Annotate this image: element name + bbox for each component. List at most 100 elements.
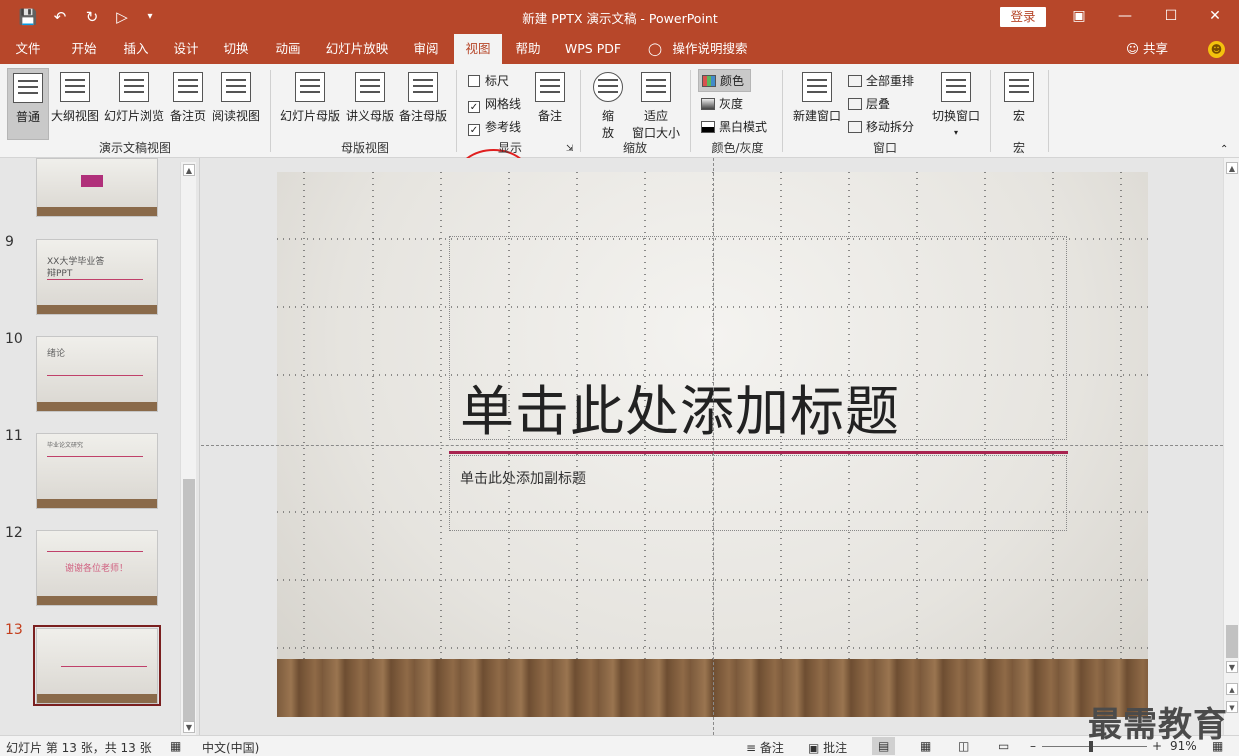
feedback-smiley-icon[interactable]: ☻: [1208, 41, 1225, 58]
horizontal-guide[interactable]: [201, 445, 1223, 446]
tab-wps-pdf[interactable]: WPS PDF: [558, 34, 628, 64]
thumbnail-floor: [37, 499, 157, 508]
color-button[interactable]: 颜色: [698, 69, 752, 92]
tab-view[interactable]: 视图: [454, 34, 502, 64]
ruler-checkbox[interactable]: 标尺: [468, 72, 509, 89]
maximize-icon[interactable]: ☐: [1156, 5, 1186, 27]
notes-button[interactable]: 备注: [532, 68, 568, 140]
minimize-icon[interactable]: —: [1110, 5, 1140, 27]
tab-animations[interactable]: 动画: [266, 34, 310, 64]
redo-icon[interactable]: ↻: [82, 7, 102, 27]
slide-thumbnail[interactable]: 毕业论文研究: [36, 433, 158, 509]
slide-thumbnail[interactable]: 谢谢各位老师！: [36, 530, 158, 606]
status-bar: 幻灯片 第 13 张，共 13 张 ▦ 中文(中国) ≡ 备注 ▣ 批注 ▤ ▦…: [0, 735, 1239, 756]
guides-checkbox[interactable]: ✓ 参考线: [468, 118, 521, 136]
tab-file[interactable]: 文件: [8, 34, 48, 64]
handout-master-button[interactable]: 讲义母版: [344, 68, 396, 140]
zoom-button[interactable]: 缩放: [590, 68, 626, 140]
reading-view-status-icon[interactable]: ◫: [958, 739, 969, 753]
notes-toggle[interactable]: ≡ 备注: [746, 739, 784, 756]
ribbon-display-options-icon[interactable]: ▣: [1064, 5, 1094, 27]
notes-master-button[interactable]: 备注母版: [397, 68, 449, 140]
thumbnails-scrollbar[interactable]: ▲ ▼: [180, 162, 196, 735]
start-from-beginning-icon[interactable]: ▷: [112, 7, 132, 27]
group-label-show: 显示: [497, 141, 522, 155]
slide-thumbnail-current[interactable]: [36, 628, 158, 704]
title-placeholder[interactable]: 单击此处添加标题: [449, 236, 1067, 443]
move-split-icon: [848, 121, 862, 133]
login-button[interactable]: 登录: [1000, 7, 1046, 27]
thumbnail-accent-line: [47, 551, 143, 552]
notes-icon: [535, 72, 565, 102]
slide-sorter-status-icon[interactable]: ▦: [920, 739, 931, 753]
fit-to-window-button[interactable]: 适应 窗口大小: [628, 68, 684, 140]
move-split-button[interactable]: 移动拆分: [848, 118, 914, 135]
tab-insert[interactable]: 插入: [114, 34, 158, 64]
group-separator: [1048, 70, 1049, 152]
dialog-launcher-icon[interactable]: ⇲: [566, 144, 574, 154]
customize-toolbar-icon[interactable]: ▾: [142, 7, 158, 27]
collapse-ribbon-icon[interactable]: ⌃: [1220, 144, 1228, 155]
slide-sorter-button[interactable]: 幻灯片浏览: [103, 68, 165, 140]
canvas-scrollbar[interactable]: ▲ ▼ ▲ ▼: [1223, 158, 1239, 735]
cascade-button[interactable]: 层叠: [848, 95, 890, 112]
scroll-down-icon[interactable]: ▼: [1226, 661, 1238, 673]
thumbnail-text: 毕业论文研究: [47, 442, 84, 449]
macros-button[interactable]: 宏: [1000, 68, 1038, 140]
slide-editing-canvas[interactable]: 单击此处添加标题 单击此处添加副标题: [201, 158, 1223, 735]
group-separator: [690, 70, 691, 152]
zoom-slider[interactable]: [1042, 746, 1147, 747]
subtitle-placeholder-text: 单击此处添加副标题: [460, 471, 586, 487]
slide-thumbnail[interactable]: 绪论: [36, 336, 158, 412]
tab-transitions[interactable]: 切换: [214, 34, 258, 64]
scroll-up-icon[interactable]: ▲: [1226, 162, 1238, 174]
slide-thumbnail[interactable]: [36, 158, 158, 217]
slide-number: 9: [5, 234, 14, 250]
cascade-icon: [848, 98, 862, 110]
tab-design[interactable]: 设计: [164, 34, 208, 64]
tell-me-search[interactable]: 操作说明搜索: [668, 34, 752, 64]
language-status[interactable]: 中文(中国): [202, 739, 259, 756]
subtitle-placeholder[interactable]: 单击此处添加副标题: [449, 455, 1067, 531]
group-separator: [782, 70, 783, 152]
zoom-out-icon[interactable]: –: [1030, 739, 1036, 753]
thumbnail-text: 辩PPT: [47, 269, 73, 279]
close-icon[interactable]: ✕: [1200, 5, 1230, 27]
scroll-down-icon[interactable]: ▼: [183, 721, 195, 733]
previous-slide-icon[interactable]: ▲: [1226, 683, 1238, 695]
spelling-icon[interactable]: ▦: [170, 739, 181, 753]
comments-toggle[interactable]: ▣ 批注: [808, 739, 847, 756]
tab-review[interactable]: 审阅: [404, 34, 448, 64]
slide-number-current: 13: [5, 622, 23, 638]
new-window-button[interactable]: 新建窗口: [790, 68, 844, 140]
thumbnail-floor: [37, 207, 157, 216]
share-button[interactable]: ☺ 共享: [1126, 34, 1168, 64]
slide-show-status-icon[interactable]: ▭: [998, 739, 1009, 753]
grayscale-button[interactable]: 灰度: [701, 95, 743, 112]
tab-help[interactable]: 帮助: [508, 34, 548, 64]
scroll-up-icon[interactable]: ▲: [183, 164, 195, 176]
save-icon[interactable]: 💾: [18, 7, 38, 27]
scrollbar-thumb[interactable]: [183, 479, 195, 722]
normal-view-status-icon[interactable]: ▤: [872, 737, 896, 755]
handout-master-icon: [355, 72, 385, 102]
reading-view-button[interactable]: 阅读视图: [210, 68, 262, 140]
outline-view-button[interactable]: 大纲视图: [50, 68, 100, 140]
group-label-window: 窗口: [872, 141, 897, 155]
undo-icon[interactable]: ↶: [48, 7, 72, 27]
black-white-button[interactable]: 黑白模式: [701, 118, 767, 135]
group-label-macros: 宏: [1012, 141, 1025, 155]
arrange-all-button[interactable]: 全部重排: [848, 72, 914, 89]
slide-thumbnail[interactable]: XX大学毕业答 辩PPT: [36, 239, 158, 315]
tab-slide-show[interactable]: 幻灯片放映: [318, 34, 396, 64]
macros-icon: [1004, 72, 1034, 102]
switch-windows-button[interactable]: 切换窗口 ▾: [928, 68, 984, 140]
gridlines-checkbox[interactable]: ✓ 网格线: [468, 95, 521, 113]
tab-home[interactable]: 开始: [62, 34, 106, 64]
normal-view-button[interactable]: 普通: [7, 68, 49, 140]
thumbnail-floor: [37, 596, 157, 605]
scrollbar-thumb[interactable]: [1226, 625, 1238, 658]
vertical-guide[interactable]: [713, 158, 714, 735]
slide-master-button[interactable]: 幻灯片母版: [278, 68, 342, 140]
notes-page-button[interactable]: 备注页: [168, 68, 208, 140]
